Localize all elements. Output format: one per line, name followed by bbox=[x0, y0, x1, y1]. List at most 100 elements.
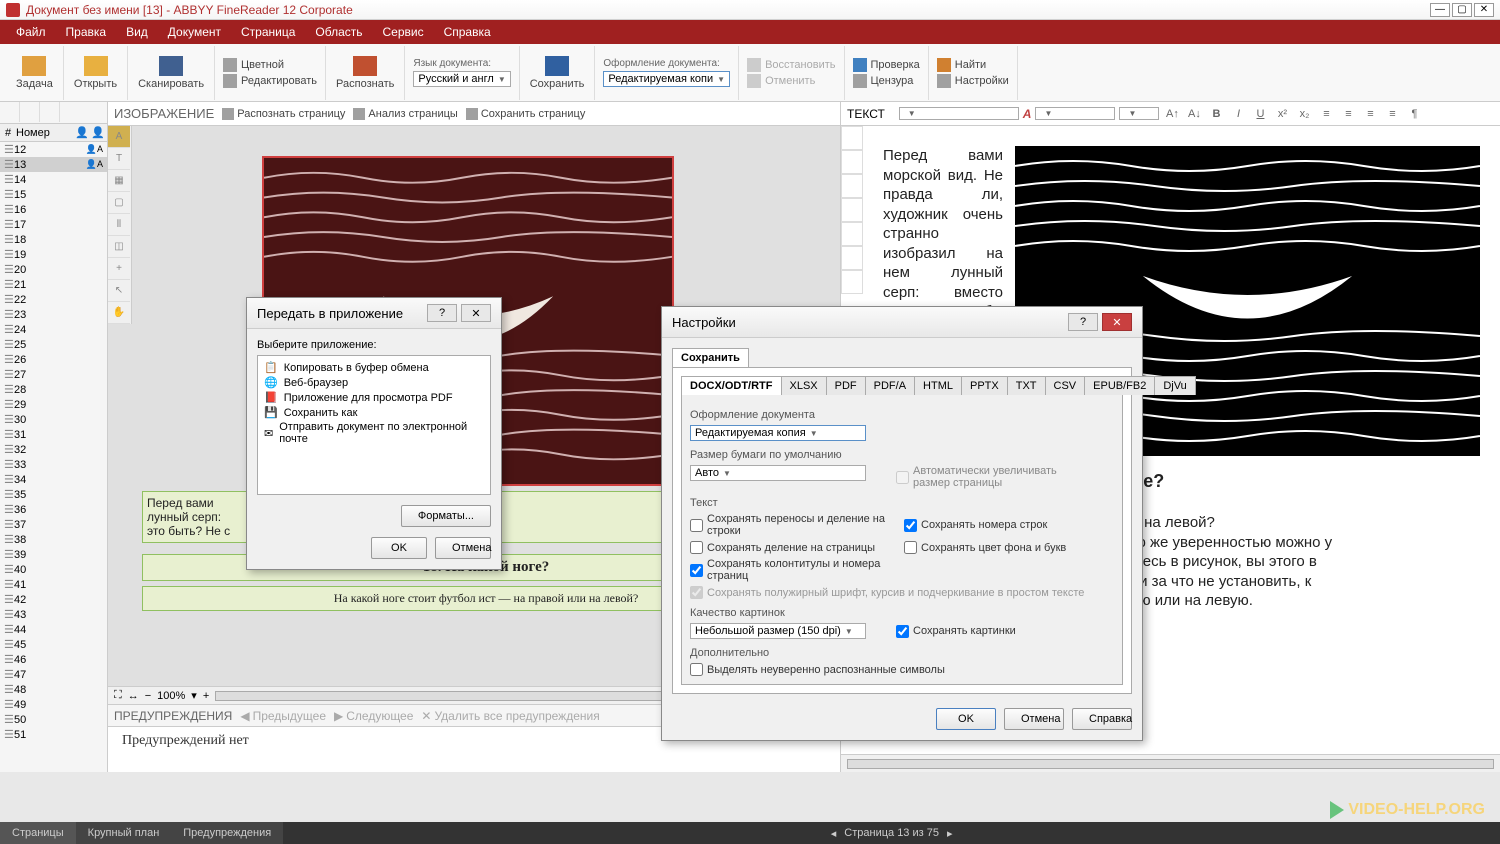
increase-font-icon[interactable]: A↑ bbox=[1163, 105, 1181, 123]
page-row[interactable]: ☰35 bbox=[0, 487, 107, 502]
toolbar-open[interactable]: Открыть bbox=[64, 46, 128, 100]
settings-close-icon[interactable]: ✕ bbox=[1102, 313, 1132, 331]
status-next-page[interactable]: ▸ bbox=[947, 827, 953, 840]
page-row[interactable]: ☰43 bbox=[0, 607, 107, 622]
underline-button[interactable]: U bbox=[1251, 105, 1269, 123]
pilcrow-icon[interactable]: ¶ bbox=[1405, 105, 1423, 123]
keep-page-div-check[interactable]: Сохранять деление на страницы bbox=[690, 541, 900, 554]
toolbar-scan[interactable]: Сканировать bbox=[128, 46, 215, 100]
menu-file[interactable]: Файл bbox=[6, 20, 56, 44]
menu-edit[interactable]: Правка bbox=[56, 20, 117, 44]
page-row[interactable]: ☰49 bbox=[0, 697, 107, 712]
fit-width-icon[interactable]: ↔ bbox=[128, 690, 139, 702]
page-row[interactable]: ☰36 bbox=[0, 502, 107, 517]
warnings-delete-all[interactable]: ✕Удалить все предупреждения bbox=[421, 709, 599, 723]
app-list-item[interactable]: ✉Отправить документ по электронной почте bbox=[262, 420, 486, 446]
keep-line-numbers-check[interactable]: Сохранять номера строк bbox=[904, 513, 1114, 537]
size-combo[interactable]: ▼ bbox=[1119, 107, 1159, 120]
settings-cancel-button[interactable]: Отмена bbox=[1004, 708, 1064, 730]
format-tab[interactable]: DjVu bbox=[1154, 376, 1195, 395]
help-icon[interactable]: ? bbox=[427, 304, 457, 322]
page-row[interactable]: ☰39 bbox=[0, 547, 107, 562]
pilcrow2-icon[interactable] bbox=[841, 270, 863, 294]
lang-combo[interactable]: Русский и англ▼ bbox=[413, 71, 510, 87]
zoom-in-button[interactable]: + bbox=[203, 690, 209, 702]
page-row[interactable]: ☰48 bbox=[0, 682, 107, 697]
format-tab[interactable]: EPUB/FB2 bbox=[1084, 376, 1155, 395]
bold-button[interactable]: B bbox=[1207, 105, 1225, 123]
app-list-item[interactable]: 💾Сохранить как bbox=[262, 405, 486, 420]
settings-help-button[interactable]: Справка bbox=[1072, 708, 1132, 730]
toolbar-edit[interactable]: Редактировать bbox=[223, 74, 317, 88]
align-left-icon[interactable]: ≡ bbox=[1317, 105, 1335, 123]
keep-hyphens-check[interactable]: Сохранять переносы и деление на строки bbox=[690, 513, 900, 537]
keep-headers-check[interactable]: Сохранять колонтитулы и номера страниц bbox=[690, 558, 900, 582]
page-row[interactable]: ☰42 bbox=[0, 592, 107, 607]
recognize-page-action[interactable]: Распознать страницу bbox=[222, 108, 345, 120]
page-row[interactable]: ☰25 bbox=[0, 337, 107, 352]
format-tab[interactable]: DOCX/ODT/RTF bbox=[681, 376, 782, 395]
hand-icon[interactable]: ✋ bbox=[108, 302, 130, 324]
format-tab[interactable]: HTML bbox=[914, 376, 962, 395]
eraser-icon[interactable]: ◫ bbox=[108, 236, 130, 258]
zoom-out-button[interactable]: − bbox=[145, 690, 151, 702]
style-combo[interactable]: ▼ bbox=[899, 107, 1019, 120]
menu-region[interactable]: Область bbox=[305, 20, 372, 44]
table-icon[interactable] bbox=[841, 150, 863, 174]
keep-pictures-check[interactable]: Сохранять картинки bbox=[896, 623, 1016, 639]
zoom2-icon[interactable] bbox=[841, 222, 863, 246]
settings-help-icon[interactable]: ? bbox=[1068, 313, 1098, 331]
formats-button[interactable]: Форматы... bbox=[401, 505, 491, 527]
page-row[interactable]: ☰19 bbox=[0, 247, 107, 262]
para-icon[interactable] bbox=[841, 126, 863, 150]
superscript-button[interactable]: x² bbox=[1273, 105, 1291, 123]
align-justify-icon[interactable]: ≡ bbox=[1383, 105, 1401, 123]
minimize-button[interactable]: — bbox=[1430, 3, 1450, 17]
page-row[interactable]: ☰15 bbox=[0, 187, 107, 202]
app-list-item[interactable]: 📕Приложение для просмотра PDF bbox=[262, 390, 486, 405]
page-row[interactable]: ☰38 bbox=[0, 532, 107, 547]
app-list-item[interactable]: 📋Копировать в буфер обмена bbox=[262, 360, 486, 375]
zoom-icon[interactable] bbox=[841, 198, 863, 222]
warnings-prev[interactable]: ◀Предыдущее bbox=[240, 709, 326, 723]
toolbar-save[interactable]: Сохранить bbox=[520, 46, 596, 100]
page-row[interactable]: ☰50 bbox=[0, 712, 107, 727]
page-row[interactable]: ☰20 bbox=[0, 262, 107, 277]
page-row[interactable]: ☰13👤A bbox=[0, 157, 107, 172]
toolbar-colored[interactable]: Цветной bbox=[223, 58, 317, 72]
paper-combo[interactable]: Авто▼ bbox=[690, 465, 866, 481]
save-page-action[interactable]: Сохранить страницу bbox=[466, 108, 586, 120]
toolbar-recognize[interactable]: Распознать bbox=[326, 46, 405, 100]
settings-ok-button[interactable]: OK bbox=[936, 708, 996, 730]
toolbar-check[interactable]: Проверка bbox=[853, 58, 920, 72]
view-thumb-icon[interactable] bbox=[20, 102, 40, 122]
auto-enlarge-check[interactable]: Автоматически увеличивать размер страниц… bbox=[896, 465, 1083, 489]
page-row[interactable]: ☰28 bbox=[0, 382, 107, 397]
page-row[interactable]: ☰40 bbox=[0, 562, 107, 577]
page-row[interactable]: ☰27 bbox=[0, 367, 107, 382]
go-icon[interactable] bbox=[841, 246, 863, 270]
analyze-page-action[interactable]: Анализ страницы bbox=[353, 108, 457, 120]
fit-icon[interactable]: ⛶ bbox=[114, 689, 122, 702]
zoom-dropdown[interactable]: ▾ bbox=[191, 689, 197, 702]
app-list-item[interactable]: 🌐Веб-браузер bbox=[262, 375, 486, 390]
page-row[interactable]: ☰47 bbox=[0, 667, 107, 682]
send-dialog-titlebar[interactable]: Передать в приложение ? ✕ bbox=[247, 298, 501, 329]
menu-page[interactable]: Страница bbox=[231, 20, 305, 44]
font-combo[interactable]: ▼ bbox=[1035, 107, 1115, 120]
menu-view[interactable]: Вид bbox=[116, 20, 158, 44]
subscript-button[interactable]: x₂ bbox=[1295, 105, 1313, 123]
doc-layout-combo[interactable]: Редактируемая копия▼ bbox=[690, 425, 866, 441]
format-tab[interactable]: XLSX bbox=[781, 376, 827, 395]
image-icon[interactable] bbox=[841, 174, 863, 198]
text-h-scrollbar[interactable] bbox=[847, 759, 1494, 769]
table-area-icon[interactable]: ▦ bbox=[108, 170, 130, 192]
page-row[interactable]: ☰46 bbox=[0, 652, 107, 667]
auto-area-icon[interactable]: A bbox=[108, 126, 130, 148]
page-row[interactable]: ☰21 bbox=[0, 277, 107, 292]
page-row[interactable]: ☰45 bbox=[0, 637, 107, 652]
format-tab[interactable]: PDF bbox=[826, 376, 866, 395]
align-center-icon[interactable]: ≡ bbox=[1339, 105, 1357, 123]
toolbar-restore[interactable]: Восстановить bbox=[747, 58, 835, 72]
layout-combo[interactable]: Редактируемая копи▼ bbox=[603, 71, 730, 87]
